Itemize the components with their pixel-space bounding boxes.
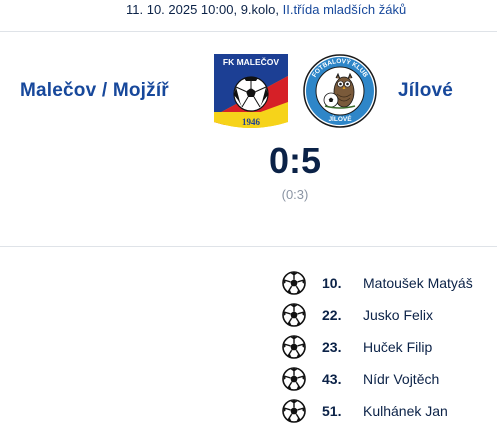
scorer-row: 10. Matoušek Matyáš: [282, 268, 497, 300]
home-team-crest: FK MALEČOV 1946: [214, 54, 288, 128]
scorer-row: 51. Kulhánek Jan: [282, 396, 497, 428]
goal-minute: 51.: [322, 403, 342, 419]
scorer-name[interactable]: Huček Filip: [363, 339, 432, 355]
football-icon: [282, 399, 306, 423]
away-team-name[interactable]: Jílové: [398, 80, 453, 102]
scorer-name[interactable]: Nídr Vojtěch: [363, 371, 439, 387]
divider-middle: [0, 246, 497, 247]
football-icon: [282, 271, 306, 295]
scorer-name[interactable]: Matoušek Matyáš: [363, 275, 473, 291]
football-icon: [282, 335, 306, 359]
competition-link[interactable]: II.třída mladších žáků: [283, 2, 407, 17]
match-date-time: 11. 10. 2025 10:00, 9.kolo,: [126, 2, 279, 17]
final-score: 0:5: [268, 140, 322, 181]
football-icon: [282, 303, 306, 327]
scorer-row: 22. Jusko Felix: [282, 300, 497, 332]
goal-minute: 22.: [322, 307, 342, 323]
away-goal-scorers: 10. Matoušek Matyáš 22. Jusko Felix 23. …: [282, 268, 497, 428]
match-meta: 11. 10. 2025 10:00, 9.kolo, II.třída mla…: [126, 2, 406, 17]
svg-text:FK MALEČOV: FK MALEČOV: [223, 56, 280, 67]
football-icon: [282, 367, 306, 391]
match-meta-bar: 11. 10. 2025 10:00, 9.kolo, II.třída mla…: [0, 0, 497, 30]
goal-minute: 43.: [322, 371, 342, 387]
svg-text:1946: 1946: [242, 117, 261, 127]
scorer-row: 23. Huček Filip: [282, 332, 497, 364]
halftime-score: (0:3): [281, 187, 309, 202]
divider-top: [0, 31, 497, 32]
scorer-row: 43. Nídr Vojtěch: [282, 364, 497, 396]
scorer-name[interactable]: Kulhánek Jan: [363, 403, 448, 419]
away-team-crest: FOTBALOVÝ KLUB JÍLOVÉ: [303, 54, 377, 128]
goal-minute: 23.: [322, 339, 342, 355]
home-team-name[interactable]: Malečov / Mojžíř: [20, 80, 169, 102]
goal-minute: 10.: [322, 275, 342, 291]
scorer-name[interactable]: Jusko Felix: [363, 307, 433, 323]
svg-text:JÍLOVÉ: JÍLOVÉ: [328, 114, 352, 123]
